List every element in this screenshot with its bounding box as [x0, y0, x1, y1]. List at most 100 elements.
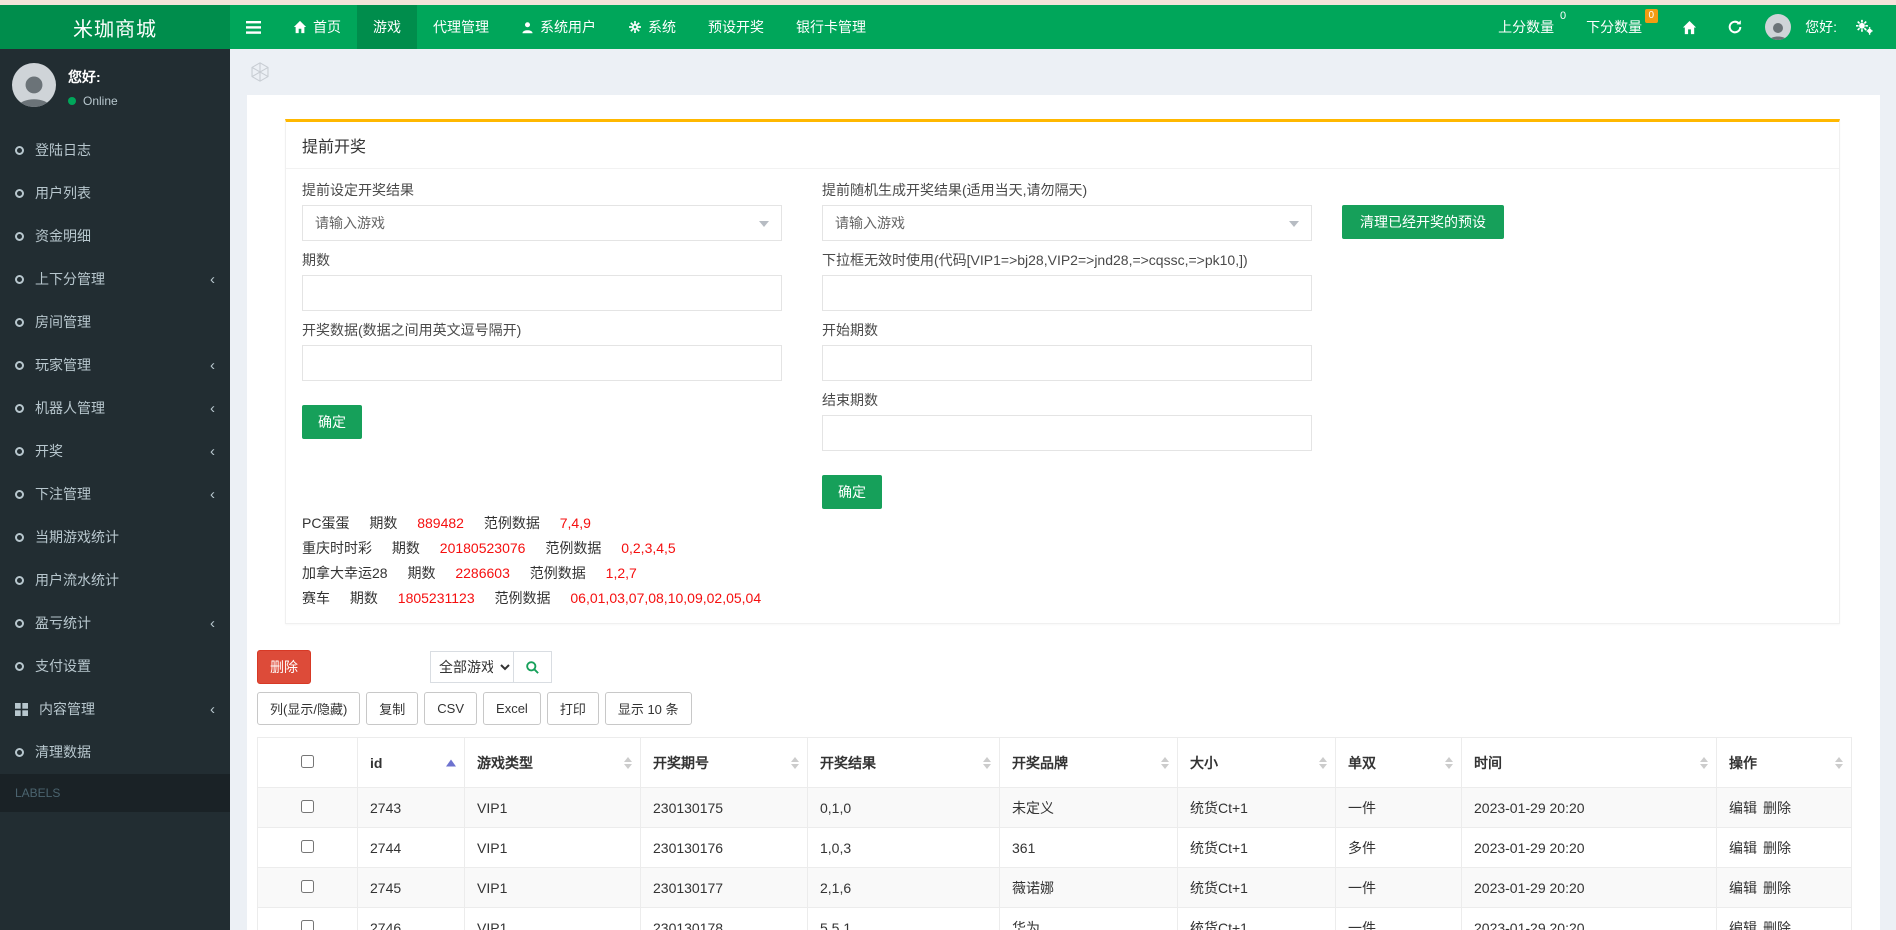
code-fallback-input[interactable]	[822, 275, 1312, 311]
cell-time: 2023-01-29 20:20	[1462, 908, 1717, 930]
col-header-id[interactable]: id	[358, 738, 465, 788]
edit-link[interactable]: 编辑	[1729, 840, 1757, 856]
page-length-button[interactable]: 显示 10 条	[605, 692, 692, 725]
sidebar-item-current-game-stats[interactable]: 当期游戏统计	[0, 516, 230, 559]
sidebar-item-room-management[interactable]: 房间管理	[0, 301, 230, 344]
game-filter-select[interactable]: 全部游戏	[430, 651, 514, 683]
edit-link[interactable]: 编辑	[1729, 920, 1757, 930]
nav-item-system-users[interactable]: 系统用户	[505, 5, 612, 49]
brand-logo[interactable]: 米珈商城	[0, 5, 230, 49]
sidebar-item-clean-data[interactable]: 清理数据	[0, 731, 230, 774]
random-result-label: 提前随机生成开奖结果(适用当天,请勿隔天)	[822, 181, 1312, 199]
nav-item-label: 代理管理	[433, 17, 489, 37]
greeting-text[interactable]: 您好:	[1805, 17, 1837, 37]
game-select[interactable]: 请输入游戏	[302, 205, 782, 241]
excel-button[interactable]: Excel	[483, 692, 541, 725]
hexagon-icon[interactable]	[249, 61, 271, 83]
nav-item-agent-management[interactable]: 代理管理	[417, 5, 505, 49]
row-checkbox[interactable]	[301, 880, 314, 893]
sidebar-item-content-management[interactable]: 内容管理‹	[0, 688, 230, 731]
cell-game-type: VIP1	[465, 828, 641, 868]
cell-parity: 一件	[1336, 908, 1462, 930]
row-checkbox[interactable]	[301, 920, 314, 930]
cell-draw-result: 1,0,3	[808, 828, 1000, 868]
sidebar-item-payment-settings[interactable]: 支付设置	[0, 645, 230, 688]
sidebar-toggle-button[interactable]	[230, 5, 277, 49]
table-header-row: id 游戏类型 开奖期号 开奖结果 开奖品牌 大小 单双 时间 操作	[258, 738, 1852, 788]
col-header-game-type[interactable]: 游戏类型	[465, 738, 641, 788]
delete-link[interactable]: 删除	[1763, 880, 1791, 896]
sidebar-item-user-list[interactable]: 用户列表	[0, 172, 230, 215]
info-sample-label: 范例数据	[530, 565, 586, 581]
col-header-size[interactable]: 大小	[1178, 738, 1336, 788]
csv-button[interactable]: CSV	[424, 692, 477, 725]
copy-button[interactable]: 复制	[366, 692, 418, 725]
cell-game-type: VIP1	[465, 868, 641, 908]
confirm-right-button[interactable]: 确定	[822, 475, 882, 509]
columns-visibility-button[interactable]: 列(显示/隐藏)	[257, 692, 360, 725]
sidebar-item-funds-detail[interactable]: 资金明细	[0, 215, 230, 258]
delete-link[interactable]: 删除	[1763, 800, 1791, 816]
sidebar-item-player-management[interactable]: 玩家管理‹	[0, 344, 230, 387]
col-header-time[interactable]: 时间	[1462, 738, 1717, 788]
avatar[interactable]	[1765, 14, 1791, 40]
col-header-draw-brand[interactable]: 开奖品牌	[1000, 738, 1178, 788]
cell-draw-period: 230130176	[641, 828, 808, 868]
sidebar-item-draw[interactable]: 开奖‹	[0, 430, 230, 473]
confirm-left-button[interactable]: 确定	[302, 405, 362, 439]
sidebar-item-label: 资金明细	[35, 227, 91, 246]
cell-size: 统货Ct+1	[1178, 788, 1336, 828]
nav-item-preset-draw[interactable]: 预设开奖	[692, 5, 780, 49]
sidebar-greeting: 您好:	[68, 67, 118, 87]
row-checkbox[interactable]	[301, 840, 314, 853]
delete-button[interactable]: 删除	[257, 650, 311, 684]
select-all-checkbox[interactable]	[301, 755, 314, 768]
home-shortcut-icon[interactable]	[1674, 20, 1705, 35]
sidebar-avatar[interactable]	[12, 63, 56, 107]
draw-data-input[interactable]	[302, 345, 782, 381]
edit-link[interactable]: 编辑	[1729, 800, 1757, 816]
clear-drawn-presets-button[interactable]: 清理已经开奖的预设	[1342, 205, 1504, 239]
delete-link[interactable]: 删除	[1763, 920, 1791, 930]
delete-link[interactable]: 删除	[1763, 840, 1791, 856]
nav-item-bankcard-management[interactable]: 银行卡管理	[780, 5, 882, 49]
refresh-icon[interactable]	[1719, 19, 1751, 35]
col-header-draw-result[interactable]: 开奖结果	[808, 738, 1000, 788]
nav-item-label: 预设开奖	[708, 17, 764, 37]
sidebar-item-label: 清理数据	[35, 743, 91, 762]
sidebar-item-user-flow-stats[interactable]: 用户流水统计	[0, 559, 230, 602]
down-score-button[interactable]: 下分数量 0	[1586, 17, 1652, 37]
nav-item-games[interactable]: 游戏	[357, 5, 417, 49]
random-game-select[interactable]: 请输入游戏	[822, 205, 1312, 241]
edit-link[interactable]: 编辑	[1729, 880, 1757, 896]
info-sample-value: 7,4,9	[560, 515, 591, 531]
nav-item-label: 系统用户	[540, 17, 596, 37]
start-period-input[interactable]	[822, 345, 1312, 381]
sidebar-item-bet-management[interactable]: 下注管理‹	[0, 473, 230, 516]
end-period-input[interactable]	[822, 415, 1312, 451]
col-header-actions[interactable]: 操作	[1717, 738, 1852, 788]
game-filter-group: 全部游戏	[430, 651, 552, 683]
sidebar-item-score-management[interactable]: 上下分管理‹	[0, 258, 230, 301]
up-score-button[interactable]: 上分数量 0	[1498, 17, 1564, 37]
search-button[interactable]	[514, 651, 552, 683]
col-label: 开奖品牌	[1012, 755, 1068, 771]
code-fallback-label: 下拉框无效时使用(代码[VIP1=>bj28,VIP2=>jnd28,=>cqs…	[822, 251, 1312, 269]
col-header-draw-period[interactable]: 开奖期号	[641, 738, 808, 788]
down-score-label: 下分数量	[1586, 19, 1642, 35]
sidebar-item-label: 当期游戏统计	[35, 528, 119, 547]
sidebar-item-profit-loss-stats[interactable]: 盈亏统计‹	[0, 602, 230, 645]
col-label: 单双	[1348, 755, 1376, 771]
col-label: 游戏类型	[477, 755, 533, 771]
period-input[interactable]	[302, 275, 782, 311]
col-header-parity[interactable]: 单双	[1336, 738, 1462, 788]
table-row: 2746 VIP1 230130178 5,5,1 华为 统货Ct+1 一件 2…	[258, 908, 1852, 930]
nav-item-system[interactable]: 系统	[612, 5, 692, 49]
sidebar-item-label: 登陆日志	[35, 141, 91, 160]
cogs-icon[interactable]	[1851, 19, 1878, 36]
sidebar-item-login-logs[interactable]: 登陆日志	[0, 129, 230, 172]
sidebar-item-robot-management[interactable]: 机器人管理‹	[0, 387, 230, 430]
row-checkbox[interactable]	[301, 800, 314, 813]
print-button[interactable]: 打印	[547, 692, 599, 725]
nav-item-home[interactable]: 首页	[277, 5, 357, 49]
